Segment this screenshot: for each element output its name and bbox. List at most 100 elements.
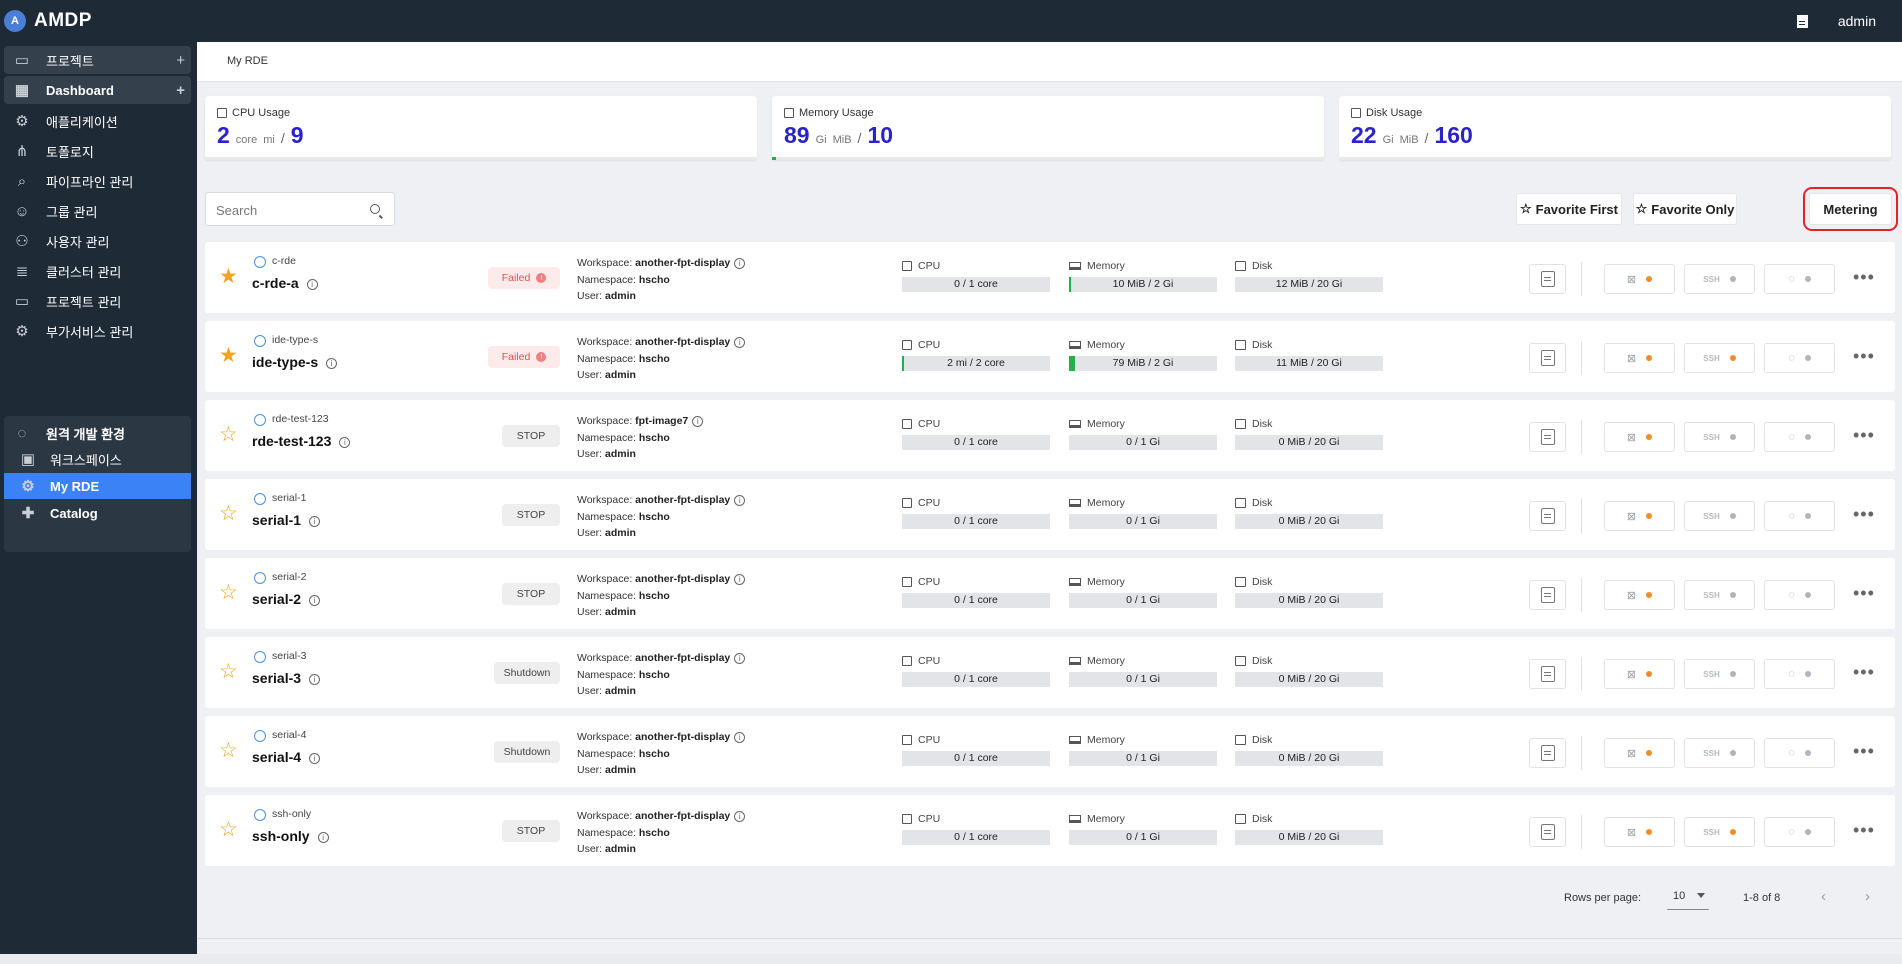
sidebar-item-5[interactable]: ☺ 그룹 관리 — [4, 196, 191, 226]
document-icon[interactable] — [1796, 14, 1808, 28]
rde-name[interactable]: ssh-only i — [252, 828, 329, 844]
logs-button[interactable] — [1529, 659, 1566, 689]
logs-button[interactable] — [1529, 264, 1566, 294]
sidebar-item-7[interactable]: ≣ 클러스터 관리 — [4, 256, 191, 286]
rows-per-page-select[interactable]: 10 — [1667, 888, 1709, 910]
star-outline-icon[interactable]: ☆ — [219, 740, 238, 761]
user-menu[interactable]: admin — [1838, 13, 1876, 29]
add-icon[interactable]: + — [176, 52, 185, 69]
info-icon[interactable]: i — [734, 810, 746, 822]
sidebar-item-3[interactable]: ⋔ 토폴로지 — [4, 136, 191, 166]
jupyter-button[interactable]: ◌ — [1764, 422, 1835, 452]
more-options-icon[interactable]: ••• — [1853, 663, 1875, 681]
ssh-button[interactable]: SSH — [1684, 580, 1755, 610]
vscode-button[interactable]: ⊠ — [1604, 738, 1675, 768]
brand[interactable]: A AMDP — [4, 10, 92, 32]
sidebar-item-4[interactable]: ⌕ 파이프라인 관리 — [4, 166, 191, 196]
rde-name[interactable]: c-rde-a i — [252, 275, 318, 291]
sidebar-item-rde-2[interactable]: ✚ Catalog — [4, 500, 191, 526]
vscode-button[interactable]: ⊠ — [1604, 264, 1675, 294]
jupyter-button[interactable]: ◌ — [1764, 659, 1835, 689]
horizontal-scrollbar[interactable] — [0, 954, 1902, 964]
info-icon[interactable]: i — [326, 357, 338, 369]
rde-row[interactable]: ★ c-rde c-rde-a i Failed! Workspace: another-… — [205, 242, 1895, 313]
logs-button[interactable] — [1529, 738, 1566, 768]
prev-page-button[interactable]: ‹ — [1821, 888, 1826, 905]
star-filled-icon[interactable]: ★ — [219, 345, 238, 366]
add-icon[interactable]: + — [176, 82, 185, 99]
ssh-button[interactable]: SSH — [1684, 422, 1755, 452]
sidebar-item-9[interactable]: ⚙ 부가서비스 관리 — [4, 316, 191, 346]
sidebar-item-1[interactable]: ▦ Dashboard + — [4, 76, 191, 104]
vscode-button[interactable]: ⊠ — [1604, 501, 1675, 531]
jupyter-button[interactable]: ◌ — [1764, 501, 1835, 531]
sidebar-item-8[interactable]: ▭ 프로젝트 관리 — [4, 286, 191, 316]
ssh-button[interactable]: SSH — [1684, 343, 1755, 373]
info-icon[interactable]: i — [734, 652, 746, 664]
jupyter-button[interactable]: ◌ — [1764, 264, 1835, 294]
star-outline-icon[interactable]: ☆ — [219, 819, 238, 840]
ssh-button[interactable]: SSH — [1684, 817, 1755, 847]
vscode-button[interactable]: ⊠ — [1604, 580, 1675, 610]
favorite-first-button[interactable]: ☆ Favorite First — [1516, 193, 1622, 225]
star-outline-icon[interactable]: ☆ — [219, 661, 238, 682]
more-options-icon[interactable]: ••• — [1853, 821, 1875, 839]
vscode-button[interactable]: ⊠ — [1604, 817, 1675, 847]
rde-row[interactable]: ☆ serial-2 serial-2 i STOP Workspace: another… — [205, 558, 1895, 629]
ssh-button[interactable]: SSH — [1684, 738, 1755, 768]
ssh-button[interactable]: SSH — [1684, 501, 1755, 531]
more-options-icon[interactable]: ••• — [1853, 268, 1875, 286]
rde-row[interactable]: ☆ ssh-only ssh-only i STOP Workspace: another… — [205, 795, 1895, 866]
jupyter-button[interactable]: ◌ — [1764, 817, 1835, 847]
info-icon[interactable]: i — [734, 731, 746, 743]
more-options-icon[interactable]: ••• — [1853, 584, 1875, 602]
rde-name[interactable]: serial-4 i — [252, 749, 321, 765]
rde-name[interactable]: serial-2 i — [252, 591, 321, 607]
more-options-icon[interactable]: ••• — [1853, 505, 1875, 523]
rde-row[interactable]: ☆ serial-1 serial-1 i STOP Workspace: another… — [205, 479, 1895, 550]
rde-name[interactable]: ide-type-s i — [252, 354, 338, 370]
rde-name[interactable]: serial-1 i — [252, 512, 321, 528]
more-options-icon[interactable]: ••• — [1853, 347, 1875, 365]
info-icon[interactable]: i — [339, 436, 351, 448]
rde-row[interactable]: ★ ide-type-s ide-type-s i Failed! Workspace: … — [205, 321, 1895, 392]
star-filled-icon[interactable]: ★ — [219, 266, 238, 287]
logs-button[interactable] — [1529, 501, 1566, 531]
sidebar-item-rde-1[interactable]: ⚙ My RDE — [4, 473, 191, 499]
info-icon[interactable]: i — [306, 278, 318, 290]
info-icon[interactable]: i — [317, 831, 329, 843]
rde-row[interactable]: ☆ serial-4 serial-4 i Shutdown Workspace: ano… — [205, 716, 1895, 787]
metering-button[interactable]: Metering — [1803, 187, 1898, 231]
info-icon[interactable]: i — [309, 673, 321, 685]
next-page-button[interactable]: › — [1865, 888, 1870, 905]
rde-name[interactable]: serial-3 i — [252, 670, 321, 686]
info-icon[interactable]: i — [734, 336, 746, 348]
sidebar-item-rde-0[interactable]: ▣ 워크스페이스 — [4, 446, 191, 472]
ssh-button[interactable]: SSH — [1684, 264, 1755, 294]
info-icon[interactable]: i — [309, 515, 321, 527]
search-input[interactable]: Search — [205, 192, 395, 226]
rde-name[interactable]: rde-test-123 i — [252, 433, 351, 449]
sidebar-item-6[interactable]: ⚇ 사용자 관리 — [4, 226, 191, 256]
star-outline-icon[interactable]: ☆ — [219, 424, 238, 445]
jupyter-button[interactable]: ◌ — [1764, 343, 1835, 373]
search-icon[interactable] — [370, 204, 380, 214]
ssh-button[interactable]: SSH — [1684, 659, 1755, 689]
jupyter-button[interactable]: ◌ — [1764, 580, 1835, 610]
info-icon[interactable]: i — [309, 752, 321, 764]
info-icon[interactable]: i — [309, 594, 321, 606]
rde-row[interactable]: ☆ serial-3 serial-3 i Shutdown Workspace: ano… — [205, 637, 1895, 708]
vscode-button[interactable]: ⊠ — [1604, 343, 1675, 373]
vscode-button[interactable]: ⊠ — [1604, 659, 1675, 689]
star-outline-icon[interactable]: ☆ — [219, 582, 238, 603]
info-icon[interactable]: i — [734, 573, 746, 585]
logs-button[interactable] — [1529, 343, 1566, 373]
vscode-button[interactable]: ⊠ — [1604, 422, 1675, 452]
favorite-only-button[interactable]: ☆ Favorite Only — [1633, 193, 1737, 225]
logs-button[interactable] — [1529, 817, 1566, 847]
info-icon[interactable]: i — [692, 415, 704, 427]
info-icon[interactable]: i — [734, 494, 746, 506]
rde-row[interactable]: ☆ rde-test-123 rde-test-123 i STOP Workspace:… — [205, 400, 1895, 471]
info-icon[interactable]: i — [734, 257, 746, 269]
sidebar-item-rde-group[interactable]: ◌ 원격 개발 환경 — [4, 416, 191, 450]
